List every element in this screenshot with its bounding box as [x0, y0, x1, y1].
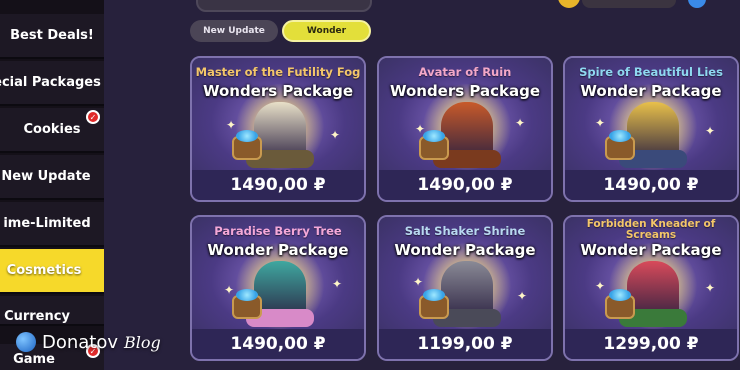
sparkle-icon: ✦ [705, 124, 716, 138]
package-title: Wonder Package [394, 241, 536, 259]
package-title: Wonder Package [580, 241, 722, 259]
price-button[interactable]: 1299,00 ₽ [565, 329, 737, 359]
sidebar-item-label: Game [13, 352, 55, 367]
price-label: 1490,00 ₽ [603, 175, 699, 195]
globe-logo-icon [16, 332, 36, 352]
sidebar-item-cosmetics[interactable]: Cosmetics [0, 249, 104, 294]
sparkle-icon: ✦ [226, 118, 237, 132]
tab-label: Wonder [306, 26, 347, 36]
sidebar-item-new-update[interactable]: New Update [0, 155, 104, 200]
sparkle-icon: ✦ [413, 275, 424, 289]
sidebar-item-label: Currency [4, 309, 70, 324]
coin-icon [558, 0, 580, 8]
price-label: 1199,00 ₽ [417, 334, 513, 354]
package-title: Wonders Package [389, 82, 541, 100]
sparkle-icon: ✦ [515, 116, 526, 130]
sparkle-icon: ✦ [330, 128, 341, 142]
price-button[interactable]: 1490,00 ₽ [192, 170, 364, 200]
package-title: Wonder Package [207, 241, 349, 259]
tab-wonder[interactable]: Wonder [282, 20, 371, 42]
watermark-suffix: Blog [124, 332, 161, 352]
crystal-chest-icon [419, 130, 449, 160]
package-card-salt-shaker-shrine[interactable]: ✦ ✦ Salt Shaker Shrine Wonder Package 11… [377, 215, 553, 361]
package-card-master-of-the-futility-fog[interactable]: ✦ ✦ Master of the Futility Fog Wonders P… [190, 56, 366, 202]
search-input[interactable] [196, 0, 372, 12]
crystal-chest-icon [605, 130, 635, 160]
package-card-forbidden-kneader-of-screams[interactable]: ✦ ✦ Forbidden Kneader of Screams Wonder … [563, 215, 739, 361]
crystal-chest-icon [605, 289, 635, 319]
package-card-spire-of-beautiful-lies[interactable]: ✦ ✦ Spire of Beautiful Lies Wonder Packa… [563, 56, 739, 202]
sidebar-item-label: Best Deals! [10, 28, 94, 43]
sparkle-icon: ✦ [517, 289, 528, 303]
sidebar-item-label: Cookies [23, 122, 81, 137]
sidebar-item-label: New Update [1, 169, 91, 184]
sidebar-item-currency[interactable]: Currency [0, 296, 104, 326]
tab-new-update[interactable]: New Update [190, 20, 278, 42]
package-card-avatar-of-ruin[interactable]: ✦ ✦ Avatar of Ruin Wonders Package 1490,… [377, 56, 553, 202]
sparkle-icon: ✦ [705, 281, 716, 295]
currency-counter [582, 0, 676, 8]
crystal-icon [688, 0, 706, 8]
sidebar-item-label: Cosmetics [6, 263, 82, 278]
price-label: 1490,00 ₽ [230, 334, 326, 354]
watermark-brand: Donatov [42, 331, 119, 353]
price-button[interactable]: 1490,00 ₽ [565, 170, 737, 200]
sidebar-item-best-deals[interactable]: Best Deals! [0, 14, 104, 59]
price-button[interactable]: 1199,00 ₽ [379, 329, 551, 359]
sidebar-item-time-limited[interactable]: ime-Limited [0, 202, 104, 247]
watermark: Donatov Blog [16, 330, 161, 354]
sidebar-item-label: ime-Limited [3, 216, 91, 231]
wonder-name: Salt Shaker Shrine [404, 224, 526, 238]
notification-badge-icon: ✓ [86, 110, 100, 124]
crystal-chest-icon [419, 289, 449, 319]
price-label: 1299,00 ₽ [603, 334, 699, 354]
package-card-paradise-berry-tree[interactable]: ✦ ✦ Paradise Berry Tree Wonder Package 1… [190, 215, 366, 361]
sparkle-icon: ✦ [595, 116, 606, 130]
wonder-name: Avatar of Ruin [418, 65, 512, 79]
price-label: 1490,00 ₽ [230, 175, 326, 195]
price-button[interactable]: 1490,00 ₽ [379, 170, 551, 200]
sparkle-icon: ✦ [332, 277, 343, 291]
package-title: Wonders Package [202, 82, 354, 100]
category-sidebar: Best Deals! ecial Packages Cookies ✓ New… [0, 0, 104, 370]
wonder-name: Master of the Futility Fog [195, 65, 361, 79]
sparkle-icon: ✦ [415, 122, 426, 136]
price-label: 1490,00 ₽ [417, 175, 513, 195]
wonder-name: Paradise Berry Tree [214, 224, 342, 238]
sidebar-item-label: ecial Packages [0, 75, 101, 90]
tab-label: New Update [203, 26, 265, 36]
wonder-name: Forbidden Kneader of Screams [586, 218, 716, 241]
package-title: Wonder Package [580, 82, 722, 100]
wonder-name: Spire of Beautiful Lies [579, 65, 723, 79]
sidebar-item-cookies[interactable]: Cookies ✓ [0, 108, 104, 153]
sparkle-icon: ✦ [595, 279, 606, 293]
crystal-chest-icon [232, 289, 262, 319]
sidebar-item-special-packages[interactable]: ecial Packages [0, 61, 104, 106]
sparkle-icon: ✦ [224, 283, 235, 297]
price-button[interactable]: 1490,00 ₽ [192, 329, 364, 359]
crystal-chest-icon [232, 130, 262, 160]
